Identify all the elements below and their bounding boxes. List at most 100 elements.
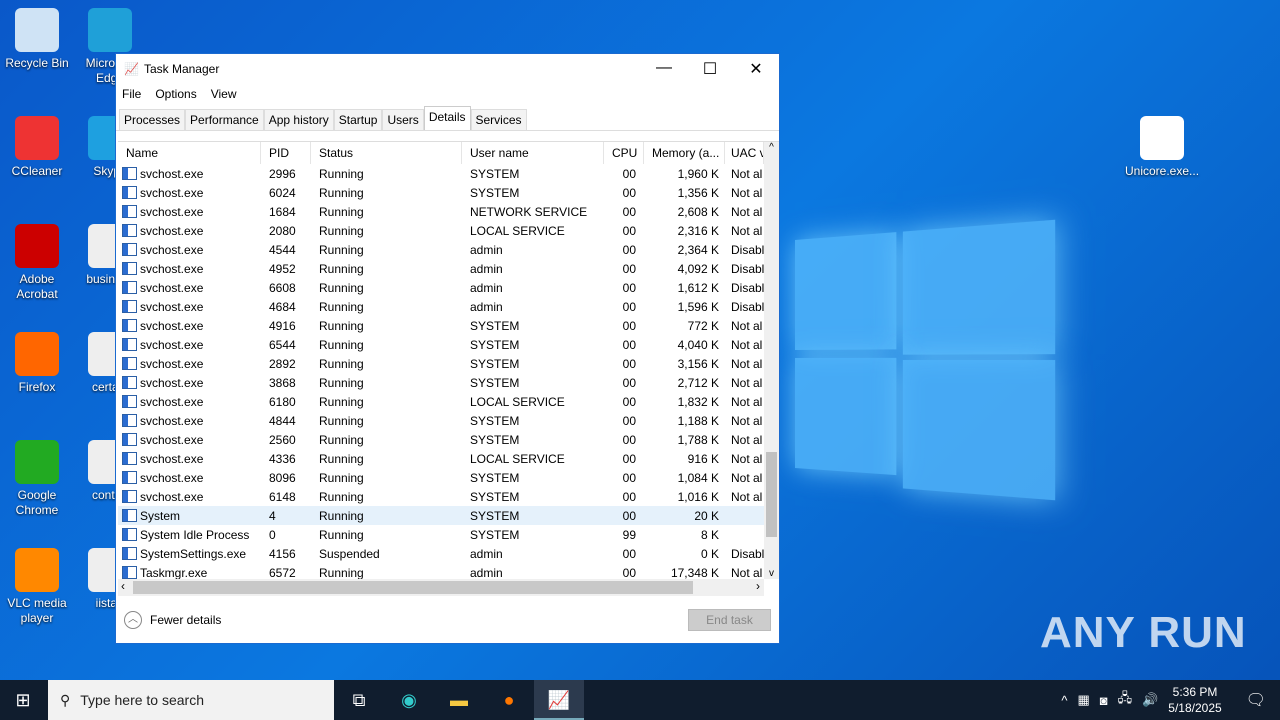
cell: Not al [731, 166, 763, 181]
process-icon [122, 376, 137, 389]
cell: Not al [731, 337, 763, 352]
column-header[interactable]: Memory (a... [644, 142, 725, 164]
column-header[interactable]: PID [261, 142, 311, 164]
process-icon [122, 224, 137, 237]
process-name: System [118, 509, 261, 523]
table-row[interactable]: svchost.exe 4952 Running admin 00 4,092 K Disa… [118, 259, 779, 278]
cell: SYSTEM [470, 489, 520, 504]
cell: 00 [622, 261, 636, 276]
cell: 4952 [269, 261, 296, 276]
table-row[interactable]: svchost.exe 2996 Running SYSTEM 00 1,960 K Not… [118, 164, 779, 183]
table-row[interactable]: svchost.exe 8096 Running SYSTEM 00 1,084 K Not… [118, 468, 779, 487]
table-row[interactable]: svchost.exe 4844 Running SYSTEM 00 1,188 K Not… [118, 411, 779, 430]
table-row[interactable]: svchost.exe 6544 Running SYSTEM 00 4,040 K Not… [118, 335, 779, 354]
app-icon [15, 224, 59, 268]
cell: 00 [622, 280, 636, 295]
table-row[interactable]: System Idle Process 0 Running SYSTEM 99 8 K [118, 525, 779, 544]
column-header[interactable]: UAC v [725, 142, 764, 164]
cell: 3868 [269, 375, 296, 390]
tab-app-history[interactable]: App history [263, 109, 334, 130]
tab-services[interactable]: Services [470, 109, 527, 130]
chevron-up-icon[interactable]: ︿ [124, 611, 142, 629]
table-row[interactable]: svchost.exe 6180 Running LOCAL SERVICE 00 1,8… [118, 392, 779, 411]
cell: 8 K [700, 527, 719, 542]
tab-details[interactable]: Details [423, 106, 471, 130]
task-manager-taskbar-icon[interactable]: 📈 [534, 680, 584, 720]
menu-view[interactable]: View [211, 87, 237, 101]
process-icon [122, 357, 137, 370]
volume-icon[interactable]: 🔊 [1142, 692, 1158, 708]
horizontal-scrollbar[interactable]: ‹ › [118, 579, 764, 596]
cell: SYSTEM [470, 318, 520, 333]
cell: Running [319, 337, 364, 352]
table-row[interactable]: svchost.exe 4336 Running LOCAL SERVICE 00 916… [118, 449, 779, 468]
title-bar[interactable]: 📈 Task Manager — ☐ ✕ [116, 54, 779, 84]
process-icon [122, 452, 137, 465]
maximize-button[interactable]: ☐ [687, 59, 733, 79]
table-row[interactable]: svchost.exe 6024 Running SYSTEM 00 1,356 K Not… [118, 183, 779, 202]
process-icon [122, 186, 137, 199]
table-row[interactable]: svchost.exe 1684 Running NETWORK SERVICE 00 2… [118, 202, 779, 221]
table-row[interactable]: svchost.exe 3868 Running SYSTEM 00 2,712 K Not… [118, 373, 779, 392]
cell: 00 [622, 489, 636, 504]
menu-options[interactable]: Options [155, 87, 196, 101]
desktop-icon[interactable]: Google Chrome [0, 440, 74, 518]
table-row[interactable]: svchost.exe 2080 Running LOCAL SERVICE 00 2,3… [118, 221, 779, 240]
desktop-icon[interactable]: Unicore.exe... [1125, 116, 1199, 179]
process-icon [122, 547, 137, 560]
tab-performance[interactable]: Performance [185, 109, 264, 130]
search-icon: ⚲ [60, 691, 71, 708]
tab-startup[interactable]: Startup [333, 109, 383, 130]
fewer-details-link[interactable]: Fewer details [150, 613, 221, 627]
keyboard-icon[interactable]: ▦ [1077, 692, 1089, 708]
tab-processes[interactable]: Processes [119, 109, 186, 130]
column-header[interactable]: User name [462, 142, 604, 164]
edge-icon[interactable]: ◉ [384, 690, 434, 711]
desktop-icon[interactable]: Firefox [0, 332, 74, 395]
cell: Disabl [731, 242, 764, 257]
menu-file[interactable]: File [122, 87, 141, 101]
desktop-icon[interactable]: Recycle Bin [0, 8, 74, 71]
table-row[interactable]: SystemSettings.exe 4156 Suspended admin 00 0 … [118, 544, 779, 563]
table-row[interactable]: svchost.exe 6608 Running admin 00 1,612 K Disa… [118, 278, 779, 297]
table-row[interactable]: svchost.exe 4916 Running SYSTEM 00 772 K Not a… [118, 316, 779, 335]
cell: Not al [731, 470, 763, 485]
table-header: Name PID Status User name CPU Memory (a... UAC… [118, 142, 779, 164]
app-icon [15, 548, 59, 592]
table-row[interactable]: System 4 Running SYSTEM 00 20 K [118, 506, 779, 525]
window-title: Task Manager [143, 62, 220, 76]
clock[interactable]: 5:36 PM 5/18/2025 [1168, 684, 1221, 716]
app-icon [15, 440, 59, 484]
table-row[interactable]: svchost.exe 2560 Running SYSTEM 00 1,788 K Not… [118, 430, 779, 449]
tab-users[interactable]: Users [382, 109, 424, 130]
table-row[interactable]: svchost.exe 4684 Running admin 00 1,596 K Disa… [118, 297, 779, 316]
end-task-button[interactable]: End task [688, 609, 771, 631]
network-icon[interactable]: 🖧 [1118, 689, 1133, 711]
camera-icon[interactable]: ◙ [1100, 693, 1108, 708]
cell: Running [319, 394, 364, 409]
tab-bar: Processes Performance App history Startup Us… [116, 106, 779, 131]
close-button[interactable]: ✕ [733, 59, 779, 79]
start-button[interactable]: ⊞ [0, 690, 46, 711]
notification-icon[interactable]: 🗨 [1246, 690, 1266, 710]
desktop-icon[interactable]: Adobe Acrobat [0, 224, 74, 302]
firefox-icon[interactable]: ● [484, 690, 534, 711]
column-header[interactable]: Name [118, 142, 261, 164]
chevron-up-icon[interactable]: ^ [1061, 693, 1067, 708]
desktop-icon[interactable]: VLC media player [0, 548, 74, 626]
table-row[interactable]: svchost.exe 4544 Running admin 00 2,364 K Disa… [118, 240, 779, 259]
table-row[interactable]: svchost.exe 2892 Running SYSTEM 00 3,156 K Not… [118, 354, 779, 373]
file-explorer-icon[interactable]: ▬ [434, 690, 484, 711]
minimize-button[interactable]: — [641, 59, 687, 79]
process-name: svchost.exe [118, 395, 261, 409]
column-header[interactable]: CPU [604, 142, 644, 164]
column-header[interactable]: Status [311, 142, 462, 164]
search-box[interactable]: ⚲ Type here to search [48, 680, 334, 720]
desktop-icon[interactable]: CCleaner [0, 116, 74, 179]
cell: 916 K [687, 451, 719, 466]
vertical-scrollbar[interactable]: ^ v [764, 142, 779, 579]
cell: admin [470, 280, 503, 295]
task-view-icon[interactable]: ⧉ [334, 690, 384, 711]
cell: SYSTEM [470, 508, 520, 523]
table-row[interactable]: svchost.exe 6148 Running SYSTEM 00 1,016 K Not… [118, 487, 779, 506]
